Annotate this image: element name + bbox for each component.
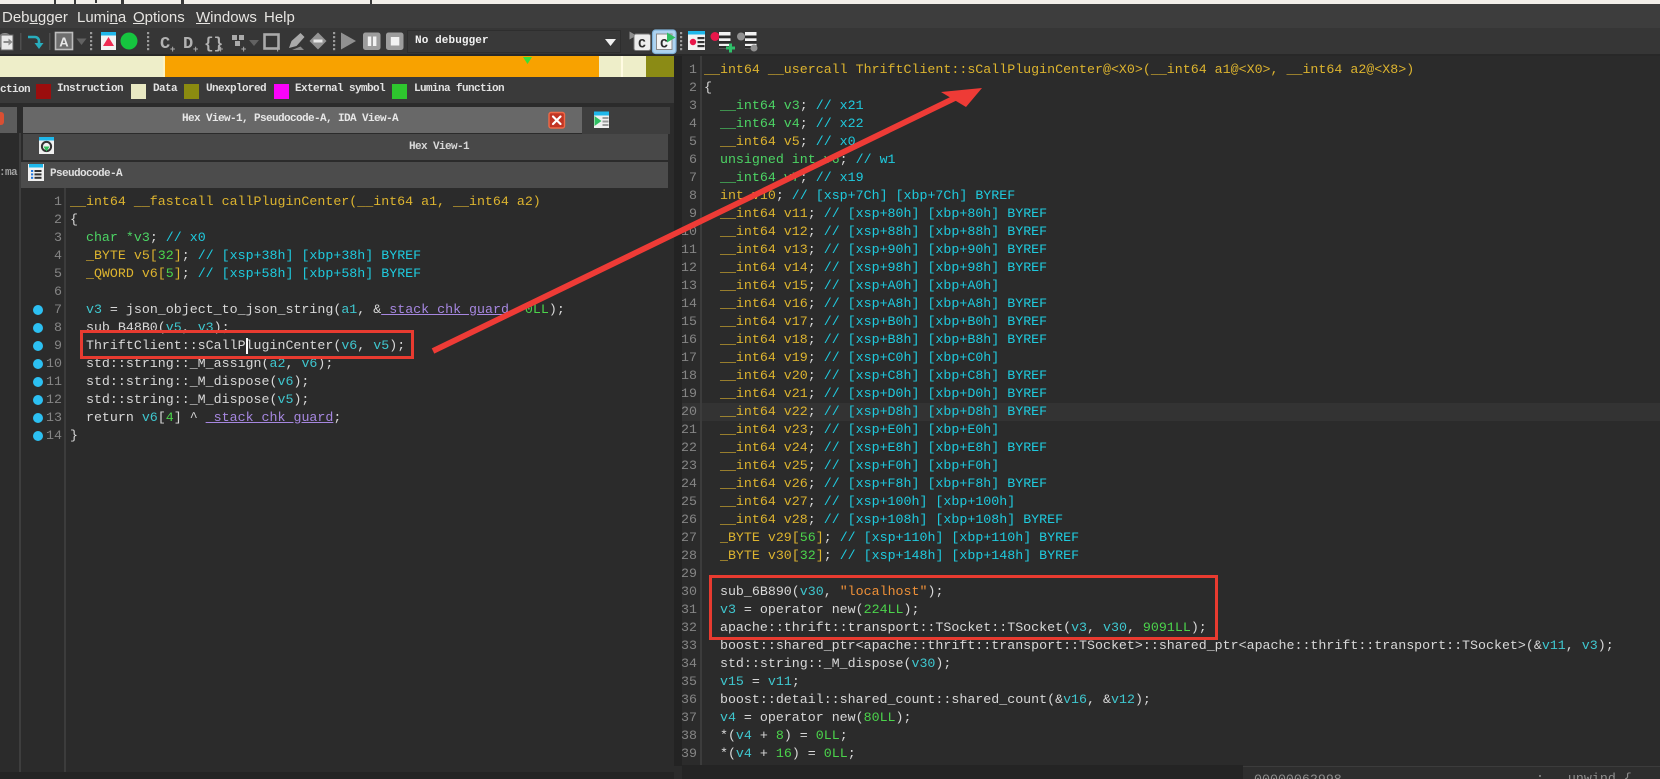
svg-text:C: C (638, 37, 646, 52)
svg-text:+: + (241, 44, 246, 54)
svg-text:+: + (275, 44, 280, 54)
svg-text:A: A (59, 35, 69, 50)
svg-text:C: C (160, 35, 170, 54)
svg-text:+: + (170, 44, 175, 54)
svg-text:+: + (218, 44, 223, 54)
svg-text:D: D (183, 35, 193, 54)
svg-text:+: + (193, 44, 198, 54)
svg-text:C: C (660, 37, 668, 52)
